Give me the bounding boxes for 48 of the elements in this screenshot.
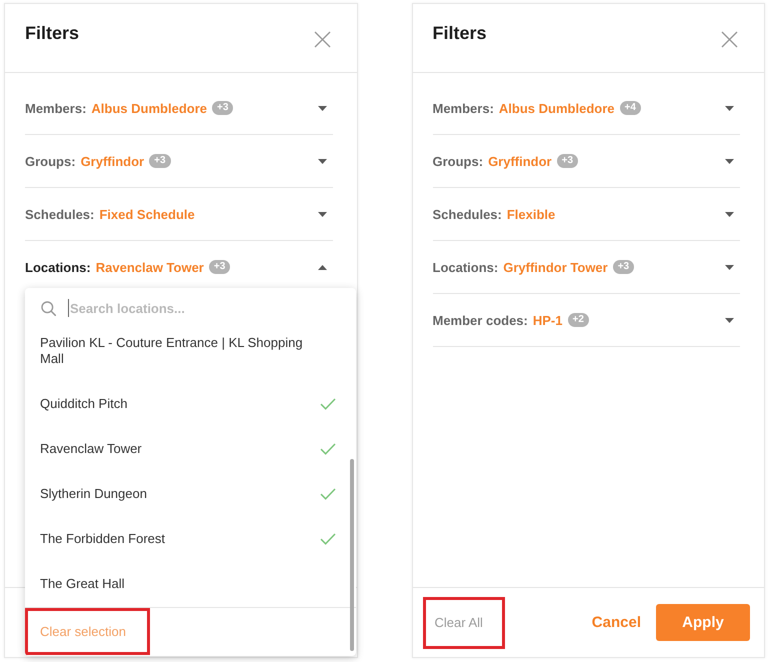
- filter-label: Groups:: [25, 154, 76, 168]
- filter-value: Flexible: [506, 206, 556, 222]
- count-badge: +3: [208, 260, 230, 274]
- panel-title: Filters: [25, 22, 80, 44]
- filter-value: Gryffindor: [488, 154, 552, 168]
- filter-row[interactable]: Locations: Gryffindor Tower +3: [432, 241, 740, 294]
- filter-row[interactable]: Schedules: Fixed Schedule: [25, 188, 332, 241]
- filter-label: Members:: [25, 100, 86, 116]
- filter-value: Fixed Schedule: [99, 206, 195, 222]
- count-badge: +3: [612, 260, 634, 274]
- filter-label: Schedules:: [25, 206, 94, 222]
- location-option[interactable]: Ravenclaw Tower: [25, 427, 356, 472]
- scrollbar-thumb[interactable]: [350, 459, 354, 651]
- search-field[interactable]: Search locations...: [68, 299, 318, 317]
- filter-row[interactable]: Groups: Gryffindor +3: [25, 135, 332, 188]
- filter-label: Locations:: [25, 260, 91, 274]
- location-option[interactable]: Slytherin Dungeon: [25, 472, 356, 517]
- filter-row[interactable]: Schedules: Flexible: [432, 188, 740, 241]
- count-badge: +2: [568, 313, 589, 327]
- filter-value: Gryffindor: [80, 154, 144, 168]
- close-icon: [314, 31, 330, 48]
- filter-value: Gryffindor Tower: [503, 260, 608, 274]
- filter-row[interactable]: Groups: Gryffindor +3: [432, 135, 740, 188]
- close-button[interactable]: [314, 31, 330, 48]
- location-option[interactable]: The Forbidden Forest: [25, 517, 356, 562]
- count-badge: +3: [212, 101, 234, 115]
- location-option[interactable]: Quidditch Pitch: [25, 382, 356, 427]
- count-badge: +3: [556, 154, 578, 168]
- filter-label: Members:: [432, 100, 494, 116]
- count-badge: +4: [620, 101, 641, 115]
- filter-label: Member codes:: [432, 312, 528, 328]
- search-icon: [41, 300, 56, 316]
- filter-label: Schedules:: [432, 206, 502, 222]
- filter-value: Ravenclaw Tower: [96, 260, 204, 274]
- filter-label: Locations:: [432, 260, 498, 274]
- location-option[interactable]: Pavilion KL - Couture Entrance | KL Shopping Mall: [25, 328, 356, 382]
- filter-label: Groups:: [432, 154, 484, 168]
- panel-title: Filters: [432, 22, 487, 44]
- close-button[interactable]: [721, 31, 738, 48]
- location-option[interactable]: The Great Hall: [25, 562, 356, 607]
- filter-row[interactable]: Member codes: HP-1 +2: [432, 294, 740, 347]
- close-icon: [721, 31, 738, 48]
- count-badge: +3: [149, 154, 171, 168]
- filter-value: HP-1: [532, 312, 562, 328]
- filter-value: Albus Dumbledore: [498, 100, 614, 116]
- filter-row[interactable]: Members: Albus Dumbledore +3: [25, 82, 332, 135]
- filter-value: Albus Dumbledore: [91, 100, 207, 116]
- filter-row[interactable]: Members: Albus Dumbledore +4: [432, 82, 740, 135]
